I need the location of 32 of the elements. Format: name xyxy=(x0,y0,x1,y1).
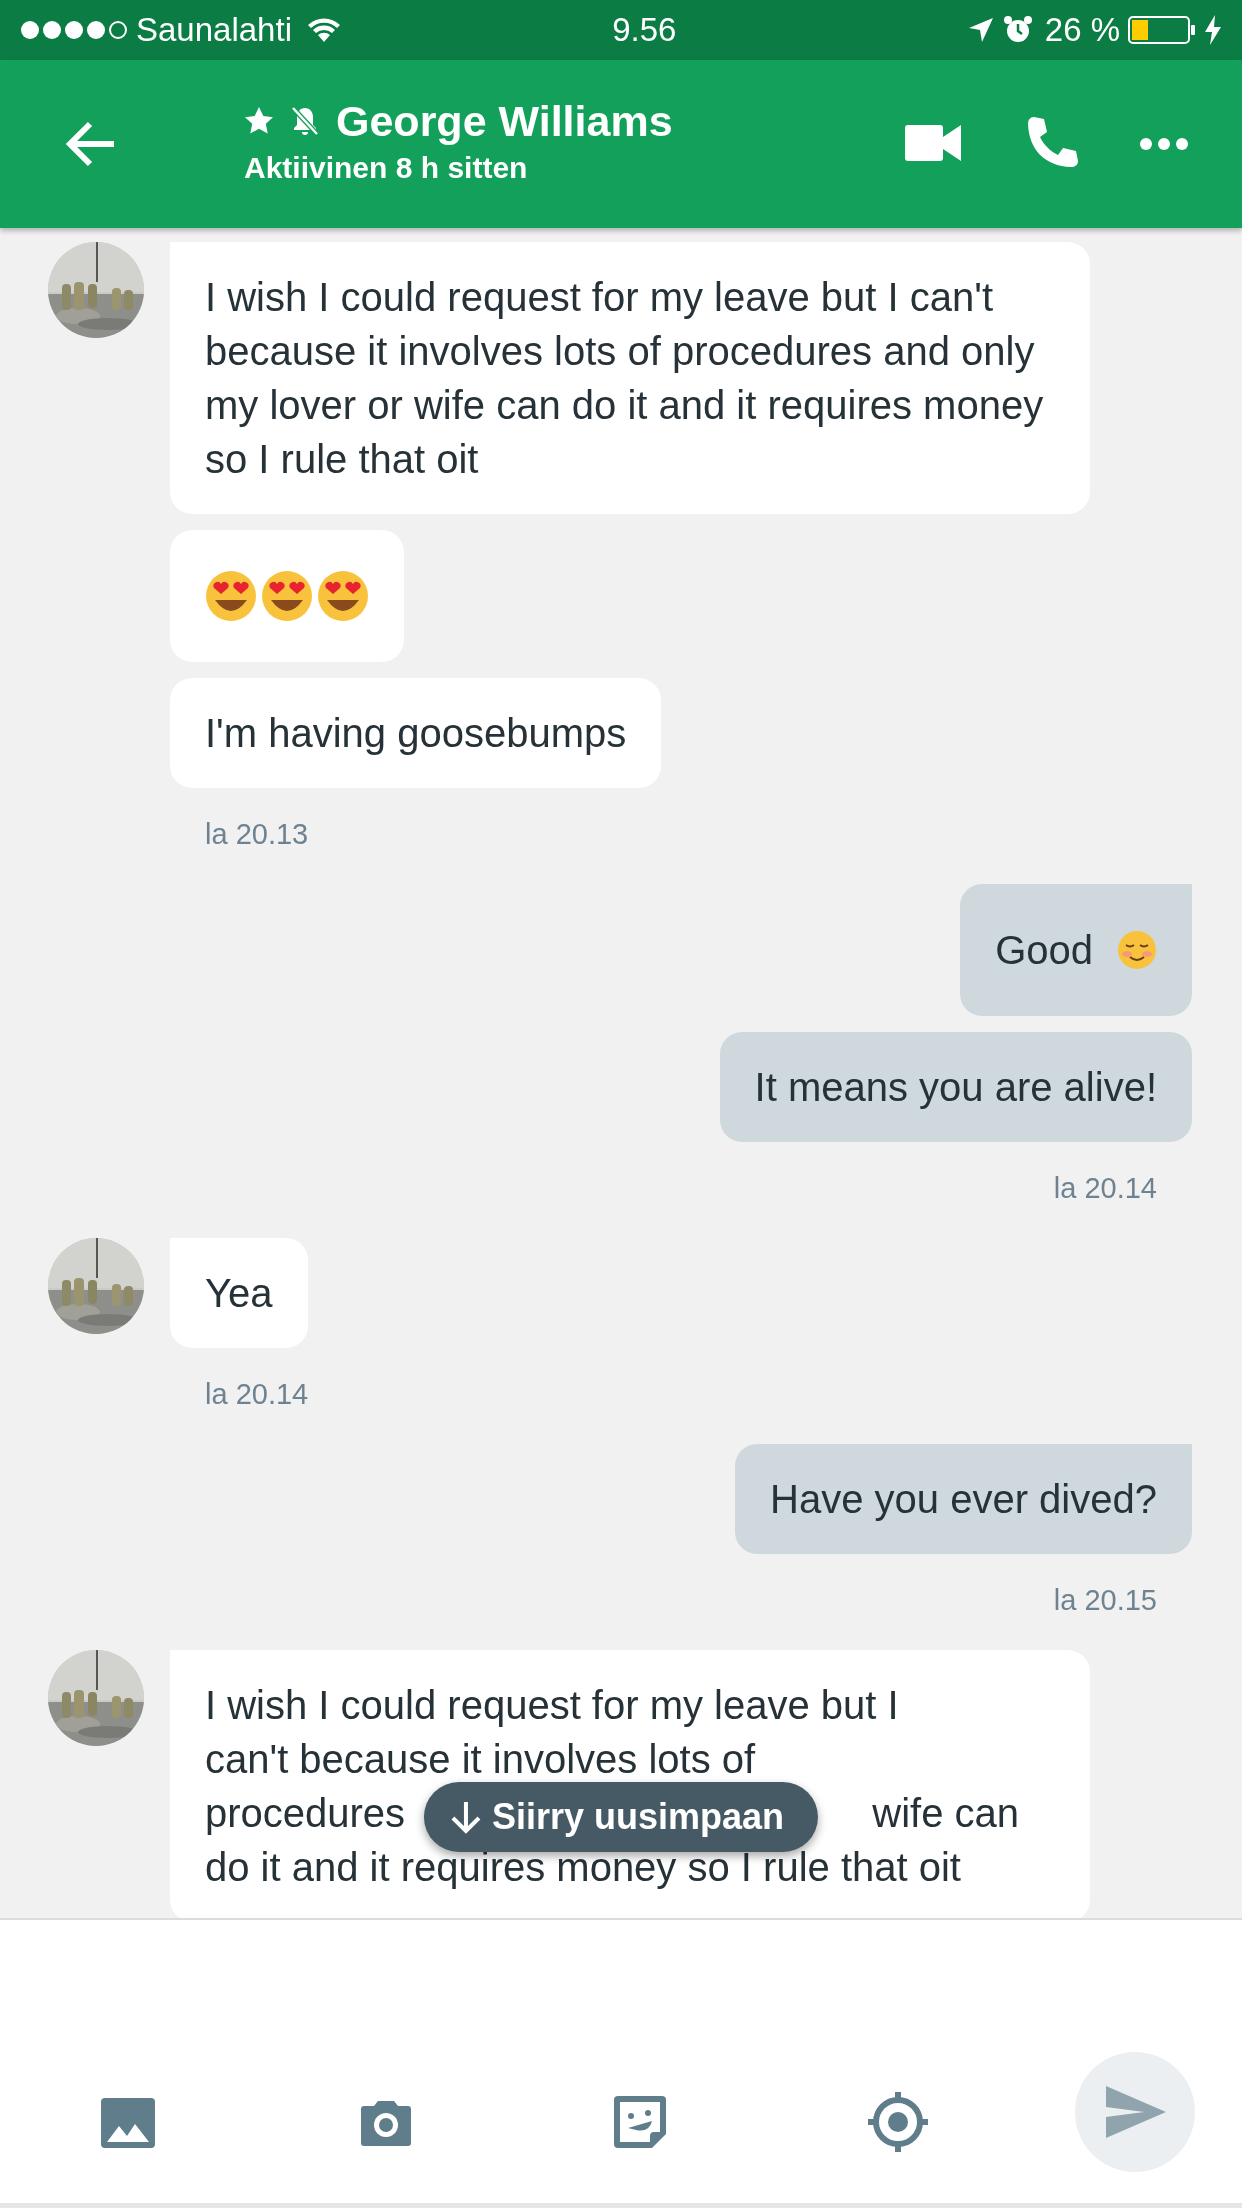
more-dots-icon xyxy=(1140,138,1188,150)
heart-eyes-emoji-icon xyxy=(317,570,369,622)
carrier-name: Saunalahti xyxy=(136,10,292,51)
battery-icon xyxy=(1128,15,1196,45)
message-text: can't because it involves lots of xyxy=(205,1736,756,1783)
message-text: Good xyxy=(995,927,1093,974)
message-time: la 20.13 xyxy=(205,818,309,850)
signal-icon xyxy=(20,18,128,42)
heart-eyes-emoji-icon xyxy=(205,570,257,622)
message-bubble: I'm having goosebumps xyxy=(170,678,662,788)
heart-eyes-emoji-icon xyxy=(261,570,313,622)
message-bubble: I wish I could request for my leave but I can't because it involves lots of procedures and only my lover or wife can do it and it requires money so I rule that oit xyxy=(170,242,1090,514)
alarm-clock-icon xyxy=(1002,15,1033,45)
contact-name: George Williams xyxy=(336,97,673,146)
message-bubble: It means you are alive! xyxy=(719,1032,1192,1142)
message-text: I wish I could request for my leave but I xyxy=(205,1682,899,1729)
battery-percent: 26 % xyxy=(1044,10,1120,51)
message-bubble: Have you ever dived? xyxy=(735,1444,1192,1554)
message-text: procedures xyxy=(205,1790,406,1837)
jump-to-latest-button[interactable]: Siirry uusimpaan xyxy=(423,1782,819,1852)
message-text: wife can xyxy=(872,1790,1019,1837)
last-active-status: Aktiivinen 8 h sitten xyxy=(244,150,529,187)
more-dots-button[interactable] xyxy=(1140,138,1188,150)
message-time: la 20.14 xyxy=(1053,1172,1157,1204)
message-time: la 20.14 xyxy=(205,1378,309,1410)
message-time: la 20.15 xyxy=(1053,1584,1157,1616)
charging-bolt-icon xyxy=(1204,15,1222,45)
clock-time: 9.56 xyxy=(612,11,677,49)
target-icon xyxy=(866,2089,930,2154)
target-button[interactable] xyxy=(866,2089,930,2154)
message-bubble: Yea xyxy=(170,1238,308,1348)
smiling-emoji-icon xyxy=(1117,930,1157,970)
